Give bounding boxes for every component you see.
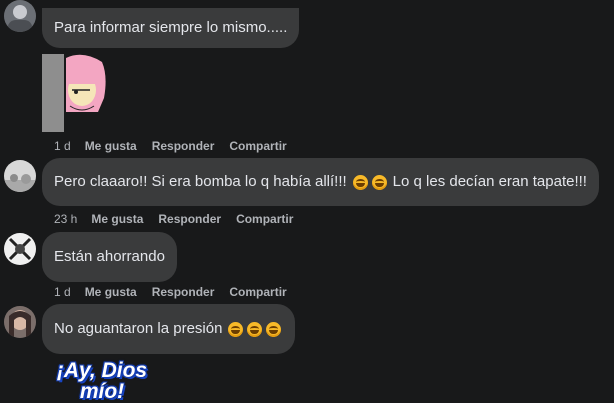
avatar-image [4, 233, 36, 265]
share-button[interactable]: Compartir [236, 212, 293, 226]
comment-bubble: Están ahorrando [42, 232, 177, 282]
rolling-laughing-emoji-icon [371, 174, 387, 190]
avatar-image [4, 306, 36, 338]
reply-button[interactable]: Responder [152, 139, 215, 153]
comment-actions: 23 h Me gusta Responder Compartir [54, 211, 308, 227]
comment-bubble: Pero claaaro!! Si era bomba lo q había a… [42, 158, 599, 206]
avatar[interactable] [4, 233, 36, 265]
comment-text: Lo q les decían eran tapate!!! [392, 173, 587, 190]
comment-actions: 1 d Me gusta Responder Compartir [54, 284, 302, 300]
comment-timestamp[interactable]: 1 d [54, 139, 71, 153]
avatar[interactable] [4, 160, 36, 192]
comment-actions: 1 d Me gusta Responder Compartir [54, 138, 302, 154]
comment-timestamp[interactable]: 1 d [54, 285, 71, 299]
share-button[interactable]: Compartir [229, 285, 286, 299]
like-button[interactable]: Me gusta [85, 139, 137, 153]
reply-button[interactable]: Responder [158, 212, 221, 226]
reply-button[interactable]: Responder [152, 285, 215, 299]
comment-bubble: Para informar siempre lo mismo..... [42, 8, 300, 48]
avatar-image [4, 0, 36, 32]
comment-timestamp[interactable]: 23 h [54, 212, 77, 226]
rolling-laughing-emoji-icon [247, 321, 263, 337]
gif-sticker[interactable]: ¡Ay, Dios mío! [54, 360, 150, 402]
avatar-image [4, 160, 36, 192]
sticker-image [66, 54, 106, 112]
comment-text: Están ahorrando [54, 248, 165, 265]
comment-bubble: No aguantaron la presión [42, 304, 296, 354]
gif-text-line: mío! [79, 380, 125, 403]
rolling-laughing-emoji-icon [266, 321, 282, 337]
rolling-laughing-emoji-icon [352, 174, 368, 190]
comment-text: No aguantaron la presión [54, 320, 223, 337]
comment-text: Pero claaaro!! Si era bomba lo q había a… [54, 173, 347, 190]
like-button[interactable]: Me gusta [85, 285, 137, 299]
avatar[interactable] [4, 0, 36, 32]
comment-text: Para informar siempre lo mismo..... [54, 19, 288, 36]
rolling-laughing-emoji-icon [228, 321, 244, 337]
share-button[interactable]: Compartir [229, 139, 286, 153]
gif-text-line: ¡Ay, Dios [56, 359, 148, 382]
like-button[interactable]: Me gusta [91, 212, 143, 226]
avatar[interactable] [4, 306, 36, 338]
